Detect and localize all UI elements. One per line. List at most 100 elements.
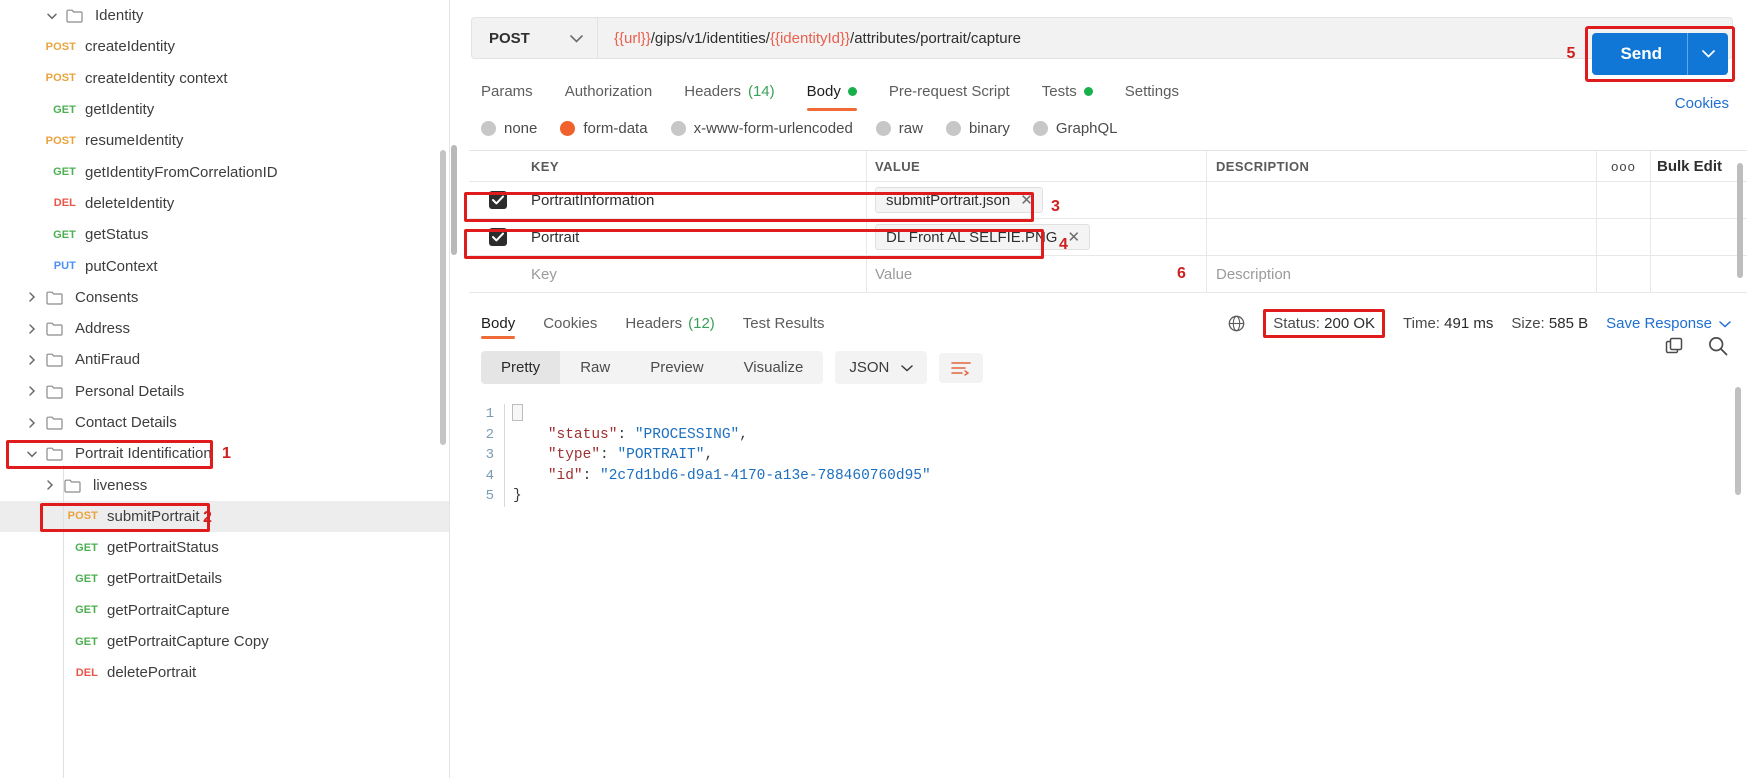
sidebar-folder-identity[interactable]: Identity — [0, 0, 449, 31]
form-data-row[interactable]: Portrait DL Front AL SELFIE.PNG ✕ — [469, 219, 1747, 256]
radio-icon[interactable] — [560, 121, 576, 136]
sidebar-request-deleteidentity[interactable]: DEL deleteIdentity — [0, 188, 449, 219]
body-type-raw[interactable]: raw — [875, 120, 923, 137]
sidebar-folder-address[interactable]: Address — [0, 313, 449, 344]
sidebar-request-getportraitdetails[interactable]: GET getPortraitDetails — [0, 563, 449, 594]
sidebar-request-getportraitcapture[interactable]: GET getPortraitCapture — [0, 595, 449, 626]
new-row-more-icon[interactable] — [1597, 256, 1651, 292]
radio-icon[interactable] — [481, 121, 496, 136]
row-checkbox[interactable] — [469, 228, 527, 246]
form-data-key-input[interactable]: Portrait — [527, 219, 867, 255]
form-data-key-input[interactable]: PortraitInformation — [527, 182, 867, 218]
sidebar-request-getstatus[interactable]: GET getStatus — [0, 219, 449, 250]
collection-tree[interactable]: Identity POST createIdentity POST createIden… — [0, 0, 449, 689]
body-type-form-data[interactable]: form-data — [560, 120, 648, 137]
response-tab-test-results[interactable]: Test Results — [729, 303, 839, 343]
new-row-key-input[interactable]: Key — [527, 256, 867, 292]
chevron-right-icon[interactable] — [36, 479, 64, 491]
row-more-icon[interactable] — [1597, 219, 1651, 255]
search-icon[interactable] — [1707, 335, 1729, 362]
request-pane-scrollbar[interactable] — [451, 145, 457, 255]
view-tab-preview[interactable]: Preview — [630, 351, 723, 384]
sidebar-folder-consents[interactable]: Consents — [0, 282, 449, 313]
row-more-icon[interactable] — [1597, 182, 1651, 218]
request-tab-settings[interactable]: Settings — [1109, 72, 1195, 110]
sidebar-request-createidentity[interactable]: POST createIdentity — [0, 31, 449, 62]
chevron-right-icon[interactable] — [18, 323, 46, 335]
form-data-scrollbar[interactable] — [1737, 163, 1743, 278]
request-tab-pre-request-script[interactable]: Pre-request Script — [873, 72, 1026, 110]
chevron-down-icon[interactable] — [18, 448, 46, 460]
chevron-right-icon[interactable] — [18, 291, 46, 303]
http-method-select[interactable]: POST — [471, 17, 597, 59]
sidebar-request-resumeidentity[interactable]: POST resumeIdentity — [0, 125, 449, 156]
chevron-right-icon[interactable] — [18, 385, 46, 397]
bulk-edit-button[interactable]: Bulk Edit — [1651, 158, 1747, 175]
view-tab-pretty[interactable]: Pretty — [481, 351, 561, 384]
chevron-down-icon[interactable] — [38, 10, 66, 22]
chevron-right-icon[interactable] — [18, 354, 46, 366]
sidebar-request-getidentityfromcorrelationid[interactable]: GET getIdentityFromCorrelationID — [0, 156, 449, 187]
form-data-value-input[interactable]: submitPortrait.json ✕ — [867, 182, 1207, 218]
request-tab-body[interactable]: Body — [791, 72, 873, 111]
response-tabs[interactable]: Body Cookies Headers (12) Test Results — [477, 303, 839, 343]
view-tab-visualize[interactable]: Visualize — [724, 351, 824, 384]
body-type-x-www-form-urlencoded[interactable]: x-www-form-urlencoded — [670, 120, 853, 137]
sidebar-request-submitportrait[interactable]: POST submitPortrait — [0, 500, 449, 533]
send-button[interactable]: Send — [1592, 33, 1728, 75]
collection-sidebar[interactable]: Identity POST createIdentity POST createIden… — [0, 0, 450, 778]
radio-icon[interactable] — [875, 121, 891, 136]
view-tab-raw[interactable]: Raw — [560, 351, 630, 384]
wrap-lines-icon[interactable] — [939, 352, 984, 383]
body-type-none[interactable]: none — [481, 120, 537, 137]
request-tab-tests[interactable]: Tests — [1026, 72, 1109, 110]
sidebar-folder-contact-details[interactable]: Contact Details — [0, 407, 449, 438]
response-tab-body[interactable]: Body — [477, 303, 529, 343]
remove-file-icon[interactable]: ✕ — [1067, 228, 1080, 246]
response-tab-cookies[interactable]: Cookies — [529, 303, 611, 343]
chevron-right-icon[interactable] — [18, 417, 46, 429]
sidebar-folder-personal-details[interactable]: Personal Details — [0, 376, 449, 407]
request-tab-authorization[interactable]: Authorization — [549, 72, 669, 110]
body-type-radio-group[interactable]: none form-data x-www-form-urlencoded raw bin… — [481, 120, 1747, 137]
code-fold-marker[interactable] — [512, 404, 523, 421]
sidebar-request-putcontext[interactable]: PUT putContext — [0, 250, 449, 281]
sidebar-folder-antifraud[interactable]: AntiFraud — [0, 344, 449, 375]
url-input[interactable]: {{url}}/gips/v1/identities/{{identityId}… — [597, 17, 1733, 59]
request-tab-headers[interactable]: Headers (14) — [668, 72, 790, 110]
request-tab-params[interactable]: Params — [471, 72, 549, 110]
form-data-description-input[interactable] — [1207, 182, 1597, 218]
sidebar-folder-portrait-identification[interactable]: Portrait Identification — [0, 438, 449, 469]
cookies-link[interactable]: Cookies — [1675, 95, 1729, 112]
sidebar-request-deleteportrait[interactable]: DEL deletePortrait — [0, 657, 449, 688]
response-body-scrollbar[interactable] — [1735, 387, 1741, 495]
save-response-button[interactable]: Save Response — [1606, 315, 1731, 332]
radio-icon[interactable] — [670, 121, 686, 136]
radio-icon[interactable] — [1032, 121, 1048, 136]
response-format-select[interactable]: JSON — [835, 351, 928, 384]
file-chip[interactable]: DL Front AL SELFIE.PNG ✕ — [875, 224, 1091, 250]
sidebar-request-getportraitcapture-copy[interactable]: GET getPortraitCapture Copy — [0, 626, 449, 657]
sidebar-request-createidentity-context[interactable]: POST createIdentity context — [0, 63, 449, 94]
radio-icon[interactable] — [945, 121, 961, 136]
request-tabs[interactable]: Params Authorization Headers (14) Body Pre-re… — [471, 72, 1747, 111]
body-type-graphql[interactable]: GraphQL — [1032, 120, 1118, 137]
response-tab-headers[interactable]: Headers (12) — [611, 303, 728, 343]
form-data-new-row[interactable]: Key Value Description — [469, 256, 1747, 293]
sidebar-folder-liveness[interactable]: liveness — [0, 469, 449, 500]
response-view-tabs[interactable]: Pretty Raw Preview Visualize — [481, 351, 824, 384]
response-body-code[interactable]: 1{2 "status": "PROCESSING",3 "type": "PO… — [459, 404, 1747, 507]
remove-file-icon[interactable]: ✕ — [1020, 191, 1033, 209]
sidebar-request-getportraitstatus[interactable]: GET getPortraitStatus — [0, 532, 449, 563]
form-data-row[interactable]: PortraitInformation submitPortrait.json ✕ — [469, 182, 1747, 219]
sidebar-request-getidentity[interactable]: GET getIdentity — [0, 94, 449, 125]
more-options-icon[interactable]: ooo — [1597, 151, 1651, 181]
new-row-description-input[interactable]: Description — [1207, 256, 1597, 292]
checkbox-checked-icon[interactable] — [489, 191, 507, 209]
form-data-description-input[interactable] — [1207, 219, 1597, 255]
new-row-value-input[interactable]: Value — [867, 256, 1207, 292]
sidebar-scrollbar[interactable] — [440, 150, 446, 445]
body-type-binary[interactable]: binary — [945, 120, 1010, 137]
checkbox-checked-icon[interactable] — [489, 228, 507, 246]
copy-icon[interactable] — [1664, 336, 1685, 362]
